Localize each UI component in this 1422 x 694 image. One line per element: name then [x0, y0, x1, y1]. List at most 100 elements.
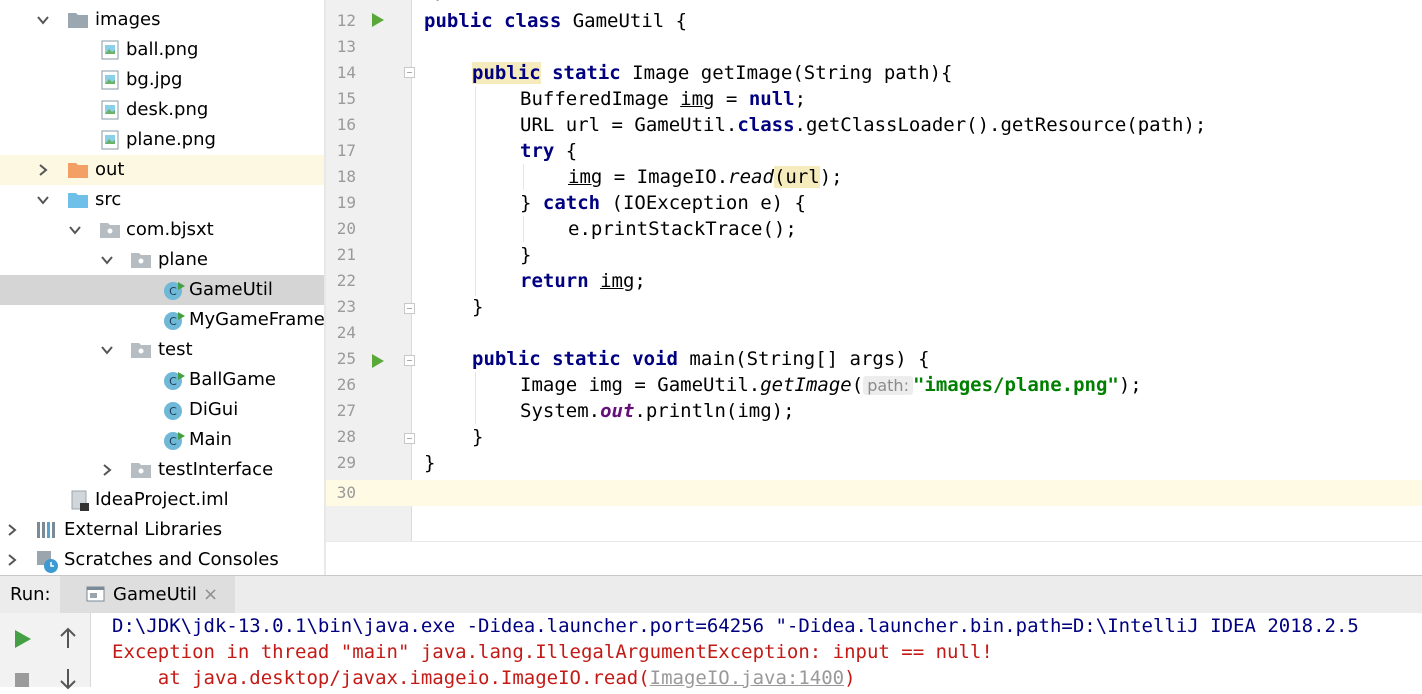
package-icon	[131, 340, 151, 360]
tree-item-src[interactable]: src	[0, 185, 324, 215]
iml-file-icon	[70, 490, 90, 511]
line-number: 16	[336, 115, 356, 134]
code-text: .println(img);	[634, 400, 795, 422]
run-gutter-icon[interactable]	[372, 354, 384, 368]
line-number: 26	[336, 375, 356, 394]
run-icon[interactable]	[15, 630, 31, 648]
console-icon	[86, 586, 105, 602]
tree-item-file[interactable]: bg.jpg	[0, 65, 324, 95]
variable: img	[568, 166, 603, 188]
fold-icon[interactable]	[404, 355, 415, 366]
run-label: Run:	[10, 584, 51, 605]
chevron-right-icon[interactable]	[101, 464, 113, 476]
chevron-down-icon[interactable]	[101, 254, 113, 266]
code-text: =	[714, 88, 749, 110]
code-text: );	[1118, 374, 1142, 396]
chevron-down-icon[interactable]	[37, 194, 49, 206]
console-toolbar	[0, 613, 91, 690]
arrow-down-icon[interactable]	[58, 668, 78, 694]
chevron-down-icon[interactable]	[101, 344, 113, 356]
tree-item-class[interactable]: C Main	[0, 425, 324, 455]
line-number: 25	[336, 349, 356, 368]
fold-icon[interactable]	[404, 67, 415, 78]
current-line-highlight	[326, 480, 1422, 506]
line-number: 28	[336, 427, 356, 446]
code-text: = ImageIO.	[602, 166, 729, 188]
chevron-right-icon[interactable]	[6, 554, 18, 566]
svg-text:C: C	[169, 375, 177, 388]
code-text: GameUtil {	[561, 10, 688, 32]
code-line-17: try {	[520, 138, 577, 164]
code-line-22: return img;	[520, 268, 646, 294]
java-class-run-icon: C	[163, 370, 185, 390]
keyword: class	[737, 114, 795, 136]
chevron-right-icon[interactable]	[6, 524, 18, 536]
editor-bottom-area	[326, 541, 1422, 576]
code-text: .getClassLoader().getResource(path);	[794, 114, 1207, 136]
variable: img	[680, 88, 715, 110]
tree-item-package[interactable]: testInterface	[0, 455, 324, 485]
code-line-21: }	[520, 244, 532, 266]
stacktrace-link[interactable]: ImageIO.java:1400	[650, 667, 844, 689]
tree-item-package[interactable]: test	[0, 335, 324, 365]
java-class-icon: C	[163, 400, 183, 420]
code-text: ;	[634, 270, 646, 292]
folder-icon	[68, 160, 88, 180]
code-line-11: */	[424, 0, 447, 6]
tree-item-file[interactable]: plane.png	[0, 125, 324, 155]
tree-item-scratches[interactable]: Scratches and Consoles	[0, 545, 324, 575]
code-line-29: }	[424, 452, 436, 474]
code-text: Image getImage(String path){	[620, 62, 953, 84]
code-line-28: }	[472, 426, 484, 448]
line-number: 30	[336, 483, 356, 502]
run-gutter-icon[interactable]	[372, 13, 384, 27]
svg-text:C: C	[169, 405, 177, 418]
run-tab-gameutil[interactable]: GameUtil ×	[60, 576, 235, 614]
line-number: 18	[336, 167, 356, 186]
java-class-run-icon: C	[163, 310, 185, 330]
console-line: at java.desktop/javax.imageio.ImageIO.re…	[112, 665, 856, 691]
code-text: Image img = GameUtil.	[520, 374, 761, 396]
tree-item-file[interactable]: ball.png	[0, 35, 324, 65]
run-console[interactable]: D:\JDK\jdk-13.0.1\bin\java.exe -Didea.la…	[0, 613, 1422, 690]
parameter-hint: path:	[863, 376, 913, 395]
code-text: );	[819, 166, 843, 188]
tree-item-images[interactable]: images	[0, 5, 324, 35]
line-number: 22	[336, 271, 356, 290]
static-field: out	[600, 400, 635, 422]
fold-icon[interactable]	[404, 433, 415, 444]
code-line-20: e.printStackTrace();	[568, 218, 797, 240]
close-icon[interactable]: ×	[203, 576, 218, 614]
image-file-icon	[101, 130, 121, 150]
stop-icon[interactable]	[15, 673, 29, 687]
code-text: System.	[520, 400, 601, 422]
svg-text:C: C	[169, 285, 177, 298]
tree-item-out[interactable]: out	[0, 155, 324, 185]
line-number: 12	[336, 11, 356, 30]
tree-item-iml[interactable]: IdeaProject.iml	[0, 485, 324, 515]
indent-guide	[523, 216, 524, 242]
chevron-down-icon[interactable]	[37, 14, 49, 26]
chevron-right-icon[interactable]	[37, 164, 49, 176]
tree-item-file[interactable]: desk.png	[0, 95, 324, 125]
code-text: (	[773, 166, 786, 188]
indent-guide	[475, 86, 476, 296]
scratches-icon	[36, 550, 58, 573]
tree-item-class[interactable]: C DiGui	[0, 395, 324, 425]
tree-item-gameutil[interactable]: C GameUtil	[0, 275, 324, 305]
tree-item-class[interactable]: C BallGame	[0, 365, 324, 395]
fold-icon[interactable]	[404, 303, 415, 314]
chevron-down-icon[interactable]	[69, 224, 81, 236]
console-line: D:\JDK\jdk-13.0.1\bin\java.exe -Didea.la…	[112, 615, 1359, 637]
tree-item-package[interactable]: com.bjsxt	[0, 215, 324, 245]
tree-item-external-libraries[interactable]: External Libraries	[0, 515, 324, 545]
libraries-icon	[36, 520, 56, 540]
tree-item-package[interactable]: plane	[0, 245, 324, 275]
method: read	[728, 166, 774, 188]
keyword: null	[748, 88, 795, 110]
code-line-27: System.out.println(img);	[520, 398, 795, 424]
tree-item-mygameframe[interactable]: C MyGameFrame	[0, 305, 324, 335]
arrow-up-icon[interactable]	[58, 627, 78, 653]
code-line-18: img = ImageIO.read(url);	[568, 164, 843, 190]
